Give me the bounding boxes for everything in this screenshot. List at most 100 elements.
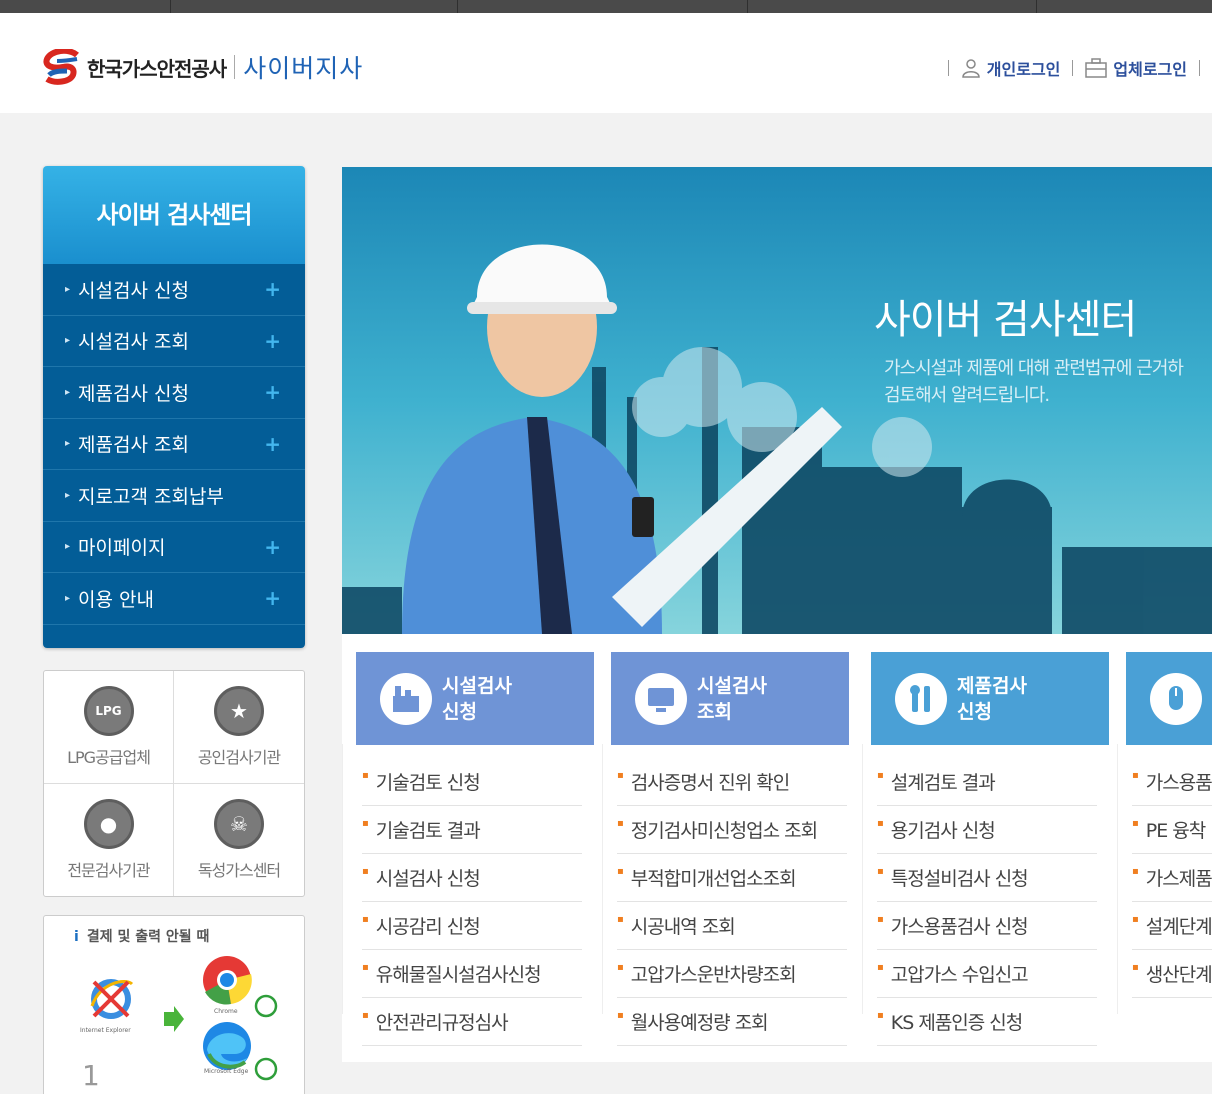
- list-item[interactable]: ▪ 설계단계: [1132, 902, 1212, 950]
- category-product-search-list: ▪ 가스용품 ▪ PE 융착 ▪ 가스제품 ▪ 설계단계 ▪ 생산단계: [1132, 758, 1212, 998]
- sidebar-item-facility-apply[interactable]: ▸ 시설검사 신청 +: [43, 264, 305, 316]
- list-item[interactable]: ▪ 시공감리 신청: [362, 902, 582, 950]
- list-item[interactable]: ▪ 월사용예정량 조회: [617, 998, 847, 1046]
- category-facility-apply[interactable]: 시설검사 신청: [356, 652, 594, 745]
- list-item-label: 기술검토 신청: [375, 772, 481, 794]
- list-item[interactable]: ▪ 설계검토 결과: [877, 758, 1097, 806]
- sidebar-item-product-search[interactable]: ▸ 제품검사 조회 +: [43, 419, 305, 470]
- factory-icon: [380, 672, 432, 725]
- category-label: 시설검사 신청: [442, 673, 512, 725]
- company-login-label: 업체로그인: [1113, 60, 1187, 79]
- bullet-icon: ▪: [617, 866, 624, 877]
- quick-link-label: 독성가스센터: [197, 860, 281, 880]
- edge-label: Microsoft Edge: [204, 1068, 249, 1075]
- list-item[interactable]: ▪ 용기검사 신청: [877, 806, 1097, 854]
- expand-plus-icon[interactable]: +: [264, 380, 281, 404]
- bullet-icon: ▪: [617, 1010, 624, 1021]
- quick-link-expert-agency[interactable]: ● 전문검사기관: [44, 783, 174, 896]
- list-item-label: 유해물질시설검사신청: [375, 964, 542, 986]
- kgs-logo-icon: [43, 47, 83, 85]
- list-item-label: 검사증명서 진위 확인: [630, 772, 790, 794]
- top-bar-divider: [170, 0, 171, 13]
- worker-helmet-icon: ●: [83, 798, 134, 849]
- category-section: 시설검사 신청 ▪ 기술검토 신청 ▪ 기술검토 결과 ▪ 시설검사 신청 ▪ 시공감리 …: [342, 634, 1212, 1062]
- list-item-label: 시공감리 신청: [375, 916, 481, 938]
- side-navigation-title: 사이버 검사센터: [43, 166, 305, 264]
- personal-login-link[interactable]: 개인로그인: [961, 56, 1060, 80]
- list-item[interactable]: ▪ 시공내역 조회: [617, 902, 847, 950]
- check-circle-icon: [254, 994, 278, 1018]
- bullet-icon: ▪: [617, 962, 624, 973]
- list-item[interactable]: ▪ KS 제품인증 신청: [877, 998, 1097, 1046]
- list-item[interactable]: ▪ 정기검사미신청업소 조회: [617, 806, 847, 854]
- list-item[interactable]: ▪ 가스용품: [1132, 758, 1212, 806]
- list-item-label: 생산단계: [1145, 964, 1212, 986]
- bullet-icon: ▪: [877, 962, 884, 973]
- list-item[interactable]: ▪ 기술검토 신청: [362, 758, 582, 806]
- category-product-search[interactable]: [1126, 652, 1212, 745]
- list-item[interactable]: ▪ PE 융착: [1132, 806, 1212, 854]
- quick-link-toxic-gas-center[interactable]: ☠ 독성가스센터: [174, 784, 304, 897]
- quick-link-label: 공인검사기관: [197, 747, 281, 767]
- expand-plus-icon[interactable]: +: [264, 432, 281, 456]
- category-label-line: 시설검사: [697, 674, 767, 697]
- list-item[interactable]: ▪ 생산단계: [1132, 950, 1212, 998]
- bullet-icon: ▪: [1132, 914, 1139, 925]
- list-item[interactable]: ▪ 유해물질시설검사신청: [362, 950, 582, 998]
- bullet-icon: ▪: [877, 770, 884, 781]
- side-navigation-list: ▸ 시설검사 신청 + ▸ 시설검사 조회 + ▸ 제품검사 신청 + ▸ 제품검사 조회 + …: [43, 264, 305, 648]
- list-item-label: 가스용품검사 신청: [890, 916, 1029, 938]
- header: 한국가스안전공사 사이버지사 개인로그인 업체로그인: [0, 13, 1212, 113]
- expand-plus-icon[interactable]: +: [264, 277, 281, 301]
- list-item-label: 고압가스운반차량조회: [630, 964, 797, 986]
- list-item[interactable]: ▪ 가스용품검사 신청: [877, 902, 1097, 950]
- info-icon: i: [74, 929, 79, 945]
- category-facility-search[interactable]: 시설검사 조회: [611, 652, 849, 745]
- sidebar-item-guide[interactable]: ▸ 이용 안내 +: [43, 573, 305, 625]
- expand-plus-icon[interactable]: +: [264, 535, 281, 559]
- list-item-label: 설계검토 결과: [890, 772, 996, 794]
- browser-notice[interactable]: i 결제 및 출력 안될 때 Internet Explorer Chrome M…: [43, 915, 305, 1094]
- bullet-icon: ▪: [617, 914, 624, 925]
- expand-plus-icon[interactable]: +: [264, 586, 281, 610]
- list-item[interactable]: ▪ 안전관리규정심사: [362, 998, 582, 1046]
- quick-link-certified-agency[interactable]: ★ 공인검사기관: [174, 671, 304, 784]
- gas-mask-icon: ☠: [214, 798, 264, 849]
- list-item[interactable]: ▪ 고압가스운반차량조회: [617, 950, 847, 998]
- company-login-link[interactable]: 업체로그인: [1085, 56, 1187, 80]
- list-item[interactable]: ▪ 검사증명서 진위 확인: [617, 758, 847, 806]
- sidebar-item-label: 이용 안내: [78, 588, 154, 611]
- site-logo[interactable]: 한국가스안전공사 사이버지사: [43, 47, 363, 85]
- sidebar-item-product-apply[interactable]: ▸ 제품검사 신청 +: [43, 367, 305, 419]
- sidebar-item-label: 시설검사 조회: [78, 331, 189, 354]
- top-bar-divider: [1036, 0, 1037, 13]
- list-item[interactable]: ▪ 고압가스 수입신고: [877, 950, 1097, 998]
- quick-link-lpg-supplier[interactable]: LPG LPG공급업체: [44, 671, 174, 784]
- sidebar-item-facility-search[interactable]: ▸ 시설검사 조회 +: [43, 316, 305, 367]
- category-product-apply[interactable]: 제품검사 신청: [871, 652, 1109, 745]
- list-item[interactable]: ▪ 가스제품: [1132, 854, 1212, 902]
- bullet-icon: ▸: [65, 592, 71, 604]
- list-item[interactable]: ▪ 기술검토 결과: [362, 806, 582, 854]
- bullet-icon: ▪: [362, 770, 369, 781]
- sidebar-item-mypage[interactable]: ▸ 마이페이지 +: [43, 522, 305, 573]
- list-item-label: 용기검사 신청: [890, 820, 996, 842]
- bullet-icon: ▪: [877, 914, 884, 925]
- sidebar-item-label: 제품검사 신청: [78, 382, 189, 405]
- briefcase-icon: [1085, 58, 1108, 78]
- list-item-label: 시설검사 신청: [375, 868, 481, 890]
- mouse-icon: [1150, 672, 1202, 725]
- sidebar-item-giro-payment[interactable]: ▸ 지로고객 조회납부: [43, 470, 305, 522]
- list-item-label: 부적합미개선업소조회: [630, 868, 797, 890]
- list-item[interactable]: ▪ 특정설비검사 신청: [877, 854, 1097, 902]
- sidebar-item-label: 시설검사 신청: [78, 279, 189, 302]
- chrome-icon: [203, 956, 252, 1005]
- quick-link-label: LPG공급업체: [67, 747, 151, 767]
- expand-plus-icon[interactable]: +: [264, 329, 281, 353]
- list-item[interactable]: ▪ 부적합미개선업소조회: [617, 854, 847, 902]
- list-item[interactable]: ▪ 시설검사 신청: [362, 854, 582, 902]
- banner-description-line: 검토해서 알려드립니다.: [884, 385, 1050, 406]
- column-divider: [602, 744, 603, 1014]
- banner-description-line: 가스시설과 제품에 대해 관련법규에 근거하: [884, 358, 1184, 379]
- monitor-icon: [635, 672, 687, 725]
